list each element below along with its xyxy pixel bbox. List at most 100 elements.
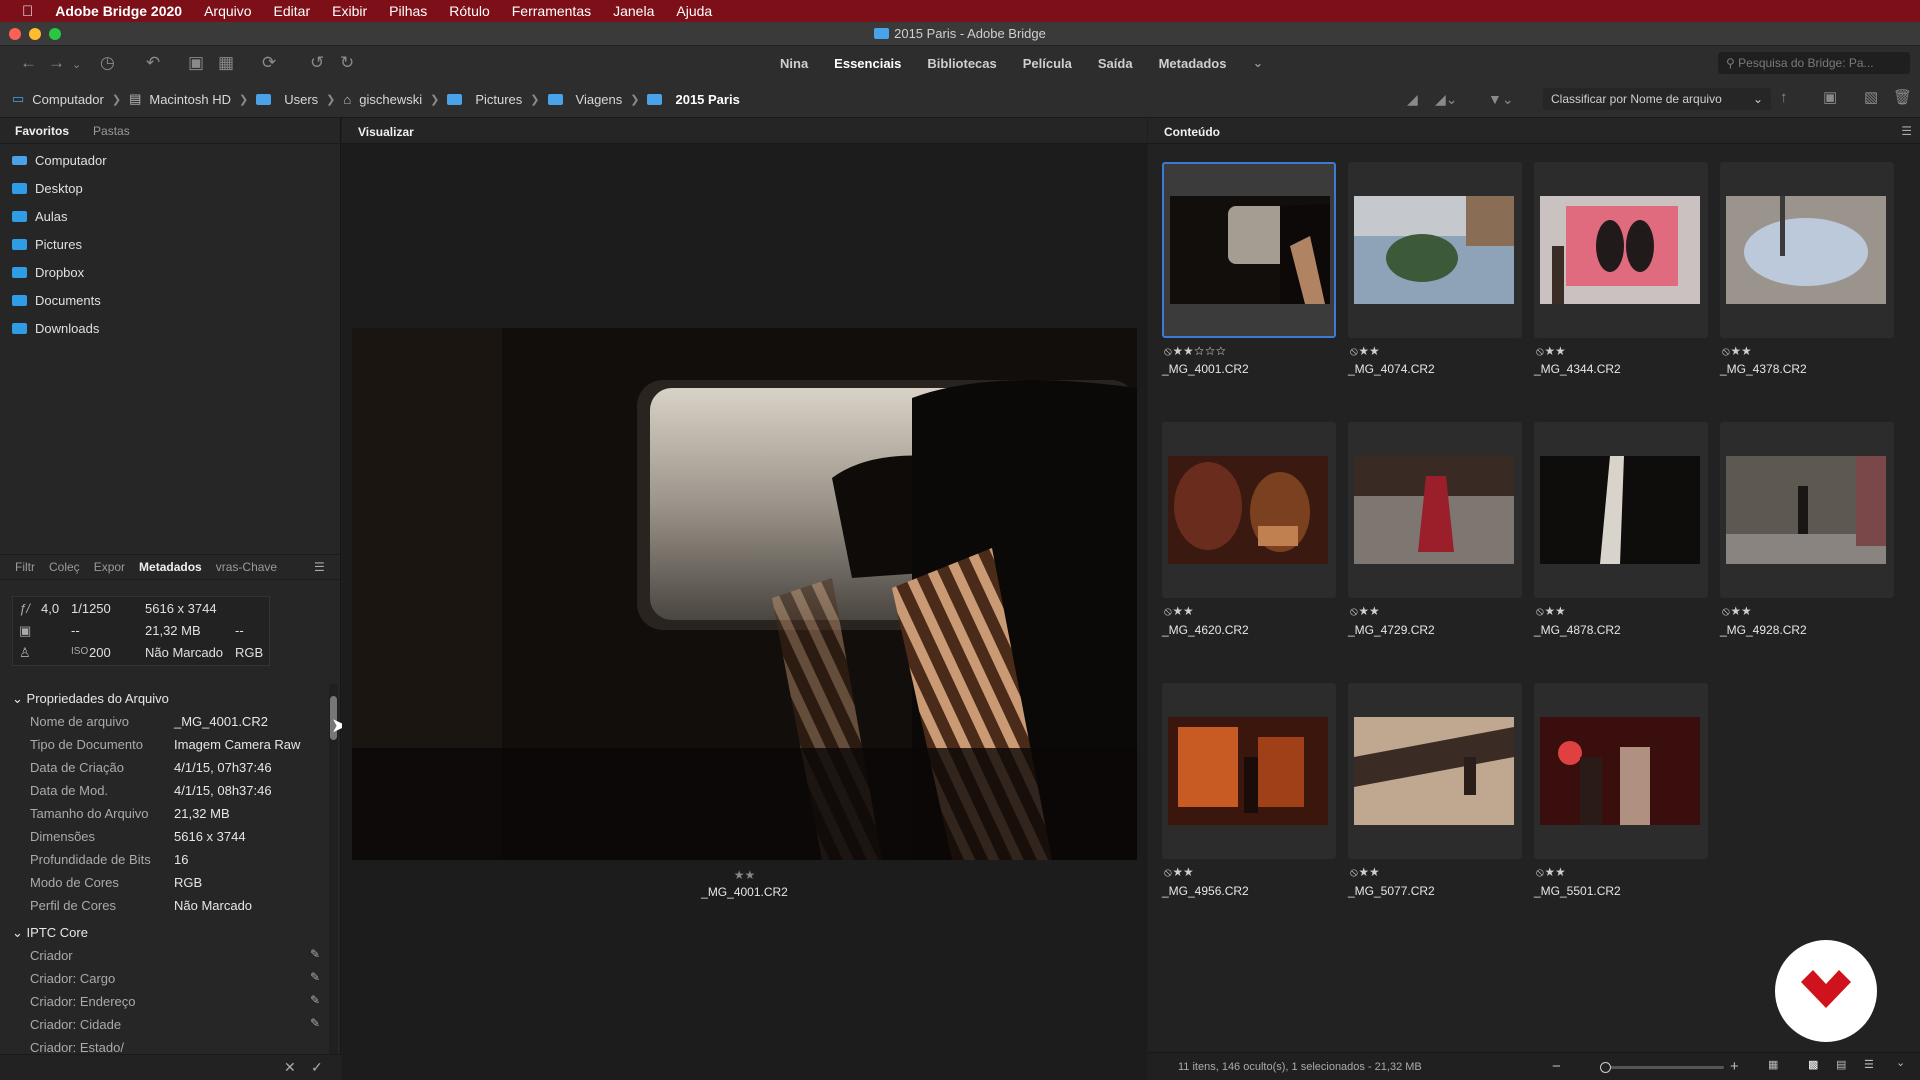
new-folder-icon[interactable]: ▧: [1864, 88, 1878, 108]
breadcrumb-pictures[interactable]: Pictures: [475, 92, 522, 107]
details-view-icon[interactable]: ▤: [1836, 1058, 1846, 1071]
quality-icon[interactable]: ◢: [1407, 89, 1418, 109]
menu-arquivo[interactable]: Arquivo: [204, 3, 251, 19]
apply-check-icon[interactable]: ✓: [311, 1059, 323, 1076]
chevron-down-icon[interactable]: ⌄: [72, 55, 81, 75]
return-icon[interactable]: ↶: [146, 53, 160, 73]
rotate-left-icon[interactable]: ↺: [310, 53, 324, 73]
workspace-essenciais[interactable]: Essenciais: [834, 56, 901, 71]
workspace-metadados[interactable]: Metadados: [1159, 56, 1227, 71]
panel-menu-icon[interactable]: ☰: [314, 560, 325, 574]
thumbnail-rating[interactable]: ⦸★★☆☆☆: [1164, 344, 1227, 359]
list-view-icon[interactable]: ☰: [1864, 1058, 1874, 1071]
menu-editar[interactable]: Editar: [274, 3, 311, 19]
file-properties-header[interactable]: ⌄ Propriedades do Arquivo: [12, 691, 169, 707]
tab-pastas[interactable]: Pastas: [93, 124, 130, 138]
refine-icon[interactable]: ▦: [218, 53, 234, 73]
thumbnail-size-slider[interactable]: [1600, 1062, 1724, 1073]
breadcrumb-computador[interactable]: Computador: [32, 92, 104, 107]
thumbnail-cell[interactable]: [1162, 162, 1336, 338]
favorite-aulas[interactable]: Aulas: [0, 202, 340, 230]
iptc-row[interactable]: Criador: Estado/: [30, 1040, 330, 1052]
workspace-nina[interactable]: Nina: [780, 56, 808, 71]
slider-handle[interactable]: [1600, 1062, 1611, 1073]
tab-favoritos[interactable]: Favoritos: [15, 124, 69, 138]
recent-history-icon[interactable]: ◷: [100, 53, 115, 73]
breadcrumb-user[interactable]: gischewski: [359, 92, 422, 107]
tab-exportar[interactable]: Expor: [94, 560, 125, 574]
filter-icon[interactable]: ▼⌄: [1488, 89, 1514, 109]
iptc-row[interactable]: Criador: Cidade: [30, 1017, 330, 1032]
menu-ajuda[interactable]: Ajuda: [676, 3, 712, 19]
close-window-button[interactable]: [9, 28, 21, 40]
favorite-dropbox[interactable]: Dropbox: [0, 258, 340, 286]
tab-conteudo[interactable]: Conteúdo ☰: [1148, 118, 1920, 144]
iptc-row[interactable]: Criador: [30, 948, 330, 963]
workspace-more-chevron-icon[interactable]: ⌄: [1252, 55, 1263, 71]
menu-app-name[interactable]: Adobe Bridge 2020: [55, 3, 182, 19]
menu-ferramentas[interactable]: Ferramentas: [512, 3, 591, 19]
iptc-row[interactable]: Criador: Endereço: [30, 994, 330, 1009]
menu-rotulo[interactable]: Rótulo: [449, 3, 489, 19]
search-input[interactable]: ⚲ Pesquisa do Bridge: Pa...: [1718, 52, 1910, 74]
tab-visualizar[interactable]: Visualizar: [342, 118, 1147, 144]
back-arrow-icon[interactable]: ←: [20, 53, 37, 73]
tab-metadados[interactable]: Metadados: [139, 560, 202, 574]
zoom-in-icon[interactable]: +: [1730, 1058, 1739, 1075]
cancel-icon[interactable]: ✕: [284, 1059, 296, 1076]
thumbnail-cell[interactable]: [1720, 422, 1894, 598]
thumbnail-cell[interactable]: [1162, 422, 1336, 598]
favorite-documents[interactable]: Documents: [0, 286, 340, 314]
rotate-right-icon[interactable]: ↻: [340, 53, 354, 73]
thumbnail-rating[interactable]: ⦸★★: [1164, 865, 1194, 880]
iptc-row[interactable]: Criador: Cargo: [30, 971, 330, 986]
forward-arrow-icon[interactable]: →: [48, 53, 65, 73]
thumbnail-view-icon[interactable]: ▩: [1808, 1058, 1818, 1071]
thumbnail-cell[interactable]: [1348, 683, 1522, 859]
thumbnail-rating[interactable]: ⦸★★: [1722, 604, 1752, 619]
refresh-icon[interactable]: ⟳: [262, 53, 276, 73]
thumbnail-rating[interactable]: ⦸★★: [1350, 604, 1380, 619]
workspace-pelicula[interactable]: Película: [1023, 56, 1072, 71]
thumbnail-rating[interactable]: ⦸★★: [1350, 865, 1380, 880]
sort-dropdown[interactable]: Classificar por Nome de arquivo ⌄: [1543, 88, 1771, 110]
apple-icon[interactable]: : [22, 3, 33, 20]
camera-import-icon[interactable]: ▣: [188, 53, 204, 73]
breadcrumb-current[interactable]: 2015 Paris: [675, 92, 739, 107]
thumbnail-cell[interactable]: [1348, 162, 1522, 338]
thumbnail-cell[interactable]: [1534, 683, 1708, 859]
sort-ascending-icon[interactable]: ↑: [1780, 88, 1788, 108]
favorite-pictures[interactable]: Pictures: [0, 230, 340, 258]
zoom-window-button[interactable]: [49, 28, 61, 40]
zoom-out-icon[interactable]: −: [1552, 1058, 1561, 1075]
panel-menu-icon[interactable]: ☰: [1901, 124, 1912, 138]
favorite-downloads[interactable]: Downloads: [0, 314, 340, 342]
chevron-down-icon[interactable]: ⌄: [1896, 1056, 1905, 1069]
thumbnail-cell[interactable]: [1534, 422, 1708, 598]
thumbnail-rating[interactable]: ⦸★★: [1350, 344, 1380, 359]
workspace-bibliotecas[interactable]: Bibliotecas: [927, 56, 996, 71]
breadcrumb-users[interactable]: Users: [284, 92, 318, 107]
tab-colecoes[interactable]: Coleç: [49, 560, 80, 574]
pencil-icon[interactable]: ✎: [310, 947, 320, 961]
favorite-computador[interactable]: Computador: [0, 146, 340, 174]
favorite-desktop[interactable]: Desktop: [0, 174, 340, 202]
thumbnail-rating[interactable]: ⦸★★: [1536, 865, 1566, 880]
thumbnail-cell[interactable]: [1162, 683, 1336, 859]
thumbnail-rating[interactable]: ⦸★★: [1164, 604, 1194, 619]
pencil-icon[interactable]: ✎: [310, 970, 320, 984]
thumbnail-cell[interactable]: [1534, 162, 1708, 338]
pencil-icon[interactable]: ✎: [310, 993, 320, 1007]
thumbnail-rating[interactable]: ⦸★★: [1536, 604, 1566, 619]
lock-grid-icon[interactable]: ▦: [1768, 1058, 1778, 1071]
menu-pilhas[interactable]: Pilhas: [389, 3, 427, 19]
breadcrumb-macintosh-hd[interactable]: Macintosh HD: [149, 92, 231, 107]
minimize-window-button[interactable]: [29, 28, 41, 40]
menu-exibir[interactable]: Exibir: [332, 3, 367, 19]
breadcrumb-viagens[interactable]: Viagens: [576, 92, 623, 107]
thumbnail-rating[interactable]: ⦸★★: [1722, 344, 1752, 359]
open-recent-icon[interactable]: ▣: [1823, 88, 1837, 108]
preview-image[interactable]: [352, 328, 1137, 860]
thumbnail-rating[interactable]: ⦸★★: [1536, 344, 1566, 359]
thumbnail-cell[interactable]: [1348, 422, 1522, 598]
